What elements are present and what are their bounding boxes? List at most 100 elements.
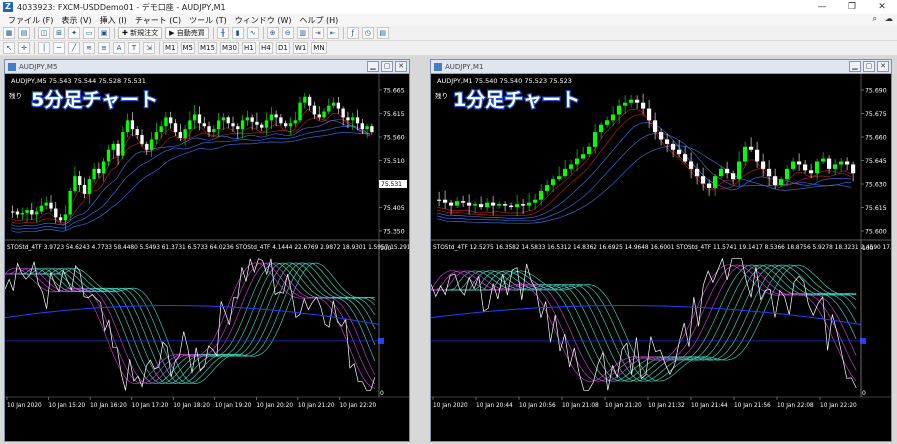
oscillator-line xyxy=(431,264,857,382)
timeframe-w1[interactable]: W1 xyxy=(292,42,309,54)
timeframe-h4[interactable]: H4 xyxy=(258,42,273,54)
timeframe-mn[interactable]: MN xyxy=(311,42,327,54)
new-chart-icon[interactable]: ▦ xyxy=(3,27,15,39)
fibonacci-icon[interactable]: ≡ xyxy=(98,42,110,54)
timeframe-m15[interactable]: M15 xyxy=(198,42,217,54)
price-tick-label: 75.645 xyxy=(865,158,887,165)
vertical-line-icon[interactable]: │ xyxy=(38,42,50,54)
market-watch-icon[interactable]: ◫ xyxy=(38,27,50,39)
chart-window-titlebar[interactable]: AUDJPY,M5 ▁ ▢ ✕ xyxy=(5,60,409,74)
toolbar-divider xyxy=(34,42,35,54)
menu-window[interactable]: ウィンドウ (W) xyxy=(235,15,292,26)
chart-minimize-button[interactable]: ▁ xyxy=(367,61,379,72)
chart-maximize-button[interactable]: ▢ xyxy=(863,61,875,72)
chart-close-button[interactable]: ✕ xyxy=(395,61,407,72)
channel-icon[interactable]: ≋ xyxy=(83,42,95,54)
candle-body xyxy=(683,154,688,162)
arrows-icon[interactable]: ⇲ xyxy=(143,42,155,54)
cloud-icon[interactable]: ☁ xyxy=(885,14,893,24)
chart-window-titlebar[interactable]: AUDJPY,M1 ▁ ▢ ✕ xyxy=(431,60,891,74)
minimize-button[interactable]: — xyxy=(807,0,837,14)
timeframe-d1[interactable]: D1 xyxy=(275,42,290,54)
new-order-button[interactable]: ✚ 新規注文 xyxy=(118,27,163,39)
navigator-icon[interactable]: ✦ xyxy=(68,27,80,39)
candle-body xyxy=(665,139,670,144)
terminal-icon[interactable]: ▭ xyxy=(83,27,95,39)
candle-body xyxy=(154,132,159,140)
candle-body xyxy=(743,146,748,162)
profiles-icon[interactable]: ▤ xyxy=(18,27,30,39)
zoom-out-icon[interactable]: ⊖ xyxy=(281,27,294,39)
chart-maximize-button[interactable]: ▢ xyxy=(381,61,393,72)
candle-body xyxy=(231,123,235,127)
chart-canvas-m1[interactable]: AUDJPY,M1 75.540 75.540 75.523 75.523 75.… xyxy=(431,74,891,441)
candle-body xyxy=(605,120,610,125)
candle-body xyxy=(307,96,312,106)
candle-body xyxy=(73,176,77,191)
horizontal-line-icon[interactable]: ─ xyxy=(53,42,65,54)
menu-chart[interactable]: チャート (C) xyxy=(135,15,181,26)
chart-window-m1[interactable]: AUDJPY,M1 ▁ ▢ ✕ AUDJPY,M1 75.540 75.540 … xyxy=(430,59,892,442)
auto-trading-button[interactable]: ▶ 自動売買 xyxy=(165,27,209,39)
chart-window-m5[interactable]: AUDJPY,M5 ▁ ▢ ✕ AUDJPY,M5 75.543 75.544 … xyxy=(4,59,410,442)
candle-body xyxy=(331,102,336,106)
chart-shift-icon[interactable]: ⇤ xyxy=(326,27,339,39)
zoom-in-icon[interactable]: ⊕ xyxy=(266,27,279,39)
candle-body xyxy=(63,214,68,221)
crosshair-icon[interactable]: ✛ xyxy=(18,42,30,54)
candle-body xyxy=(341,108,345,118)
window-title: 4033923: FXCM-USDDemo01 - デモ口座 - AUDJPY,… xyxy=(17,2,226,12)
candle-body xyxy=(260,124,264,128)
timeframe-m1[interactable]: M1 xyxy=(163,42,178,54)
candle-body xyxy=(671,143,676,150)
symbol-info-text: AUDJPY,M5 75.543 75.544 75.528 75.531 xyxy=(11,77,146,85)
candle-body xyxy=(293,120,297,124)
text-tool-icon[interactable]: A xyxy=(113,42,125,54)
timeframe-m5[interactable]: M5 xyxy=(180,42,195,54)
moving-average-line xyxy=(10,119,371,227)
chart-canvas-m5[interactable]: AUDJPY,M5 75.543 75.544 75.528 75.531 75.… xyxy=(5,74,409,441)
timeframe-m30[interactable]: M30 xyxy=(219,42,239,54)
menu-file[interactable]: ファイル (F) xyxy=(8,15,53,26)
candle-body xyxy=(116,143,120,156)
menu-help[interactable]: ヘルプ (H) xyxy=(299,15,338,26)
drawing-toolbar: ↖ ✛ │ ─ ╱ ≋ ≡ A T ⇲ M1 M5 M15 M30 H1 H4 … xyxy=(0,41,897,56)
indicators-icon[interactable]: ƒ xyxy=(346,27,359,39)
candle-body xyxy=(803,164,808,171)
templates-icon[interactable]: ▤ xyxy=(376,27,389,39)
search-icon[interactable]: ⌕ xyxy=(873,14,877,24)
chart-minimize-button[interactable]: ▁ xyxy=(849,61,861,72)
candle-body xyxy=(322,111,326,118)
timeframe-h1[interactable]: H1 xyxy=(241,42,256,54)
candle-body xyxy=(207,126,211,133)
candle-body xyxy=(659,132,664,140)
candle-body xyxy=(102,161,106,174)
bar-chart-icon[interactable]: ╫ xyxy=(216,27,229,39)
maximize-button[interactable]: ❐ xyxy=(837,0,867,14)
candlestick-icon[interactable]: ▮ xyxy=(231,27,244,39)
candle-body xyxy=(188,120,192,130)
candle-body xyxy=(449,202,454,206)
trendline-icon[interactable]: ╱ xyxy=(68,42,80,54)
candle-body xyxy=(25,210,29,213)
menu-tools[interactable]: ツール (T) xyxy=(189,15,227,26)
candle-body xyxy=(455,201,460,206)
auto-scroll-icon[interactable]: ⇥ xyxy=(311,27,324,39)
close-button[interactable]: ✕ xyxy=(867,0,897,14)
candle-body xyxy=(269,114,273,121)
candle-body xyxy=(839,161,844,165)
line-chart-icon[interactable]: ∿ xyxy=(246,27,259,39)
label-tool-icon[interactable]: T xyxy=(128,42,140,54)
menu-view[interactable]: 表示 (V) xyxy=(61,15,91,26)
candle-body xyxy=(221,117,226,121)
tile-windows-icon[interactable]: ▥ xyxy=(296,27,309,39)
moving-average-line xyxy=(436,108,852,214)
periods-icon[interactable]: ◷ xyxy=(361,27,374,39)
tester-icon[interactable]: ▣ xyxy=(98,27,110,39)
candle-body xyxy=(216,120,221,130)
cursor-icon[interactable]: ↖ xyxy=(3,42,15,54)
menu-bar: ファイル (F) 表示 (V) 挿入 (I) チャート (C) ツール (T) … xyxy=(0,14,897,26)
menu-insert[interactable]: 挿入 (I) xyxy=(100,15,127,26)
data-window-icon[interactable]: ⊞ xyxy=(53,27,65,39)
chart-close-button[interactable]: ✕ xyxy=(877,61,889,72)
